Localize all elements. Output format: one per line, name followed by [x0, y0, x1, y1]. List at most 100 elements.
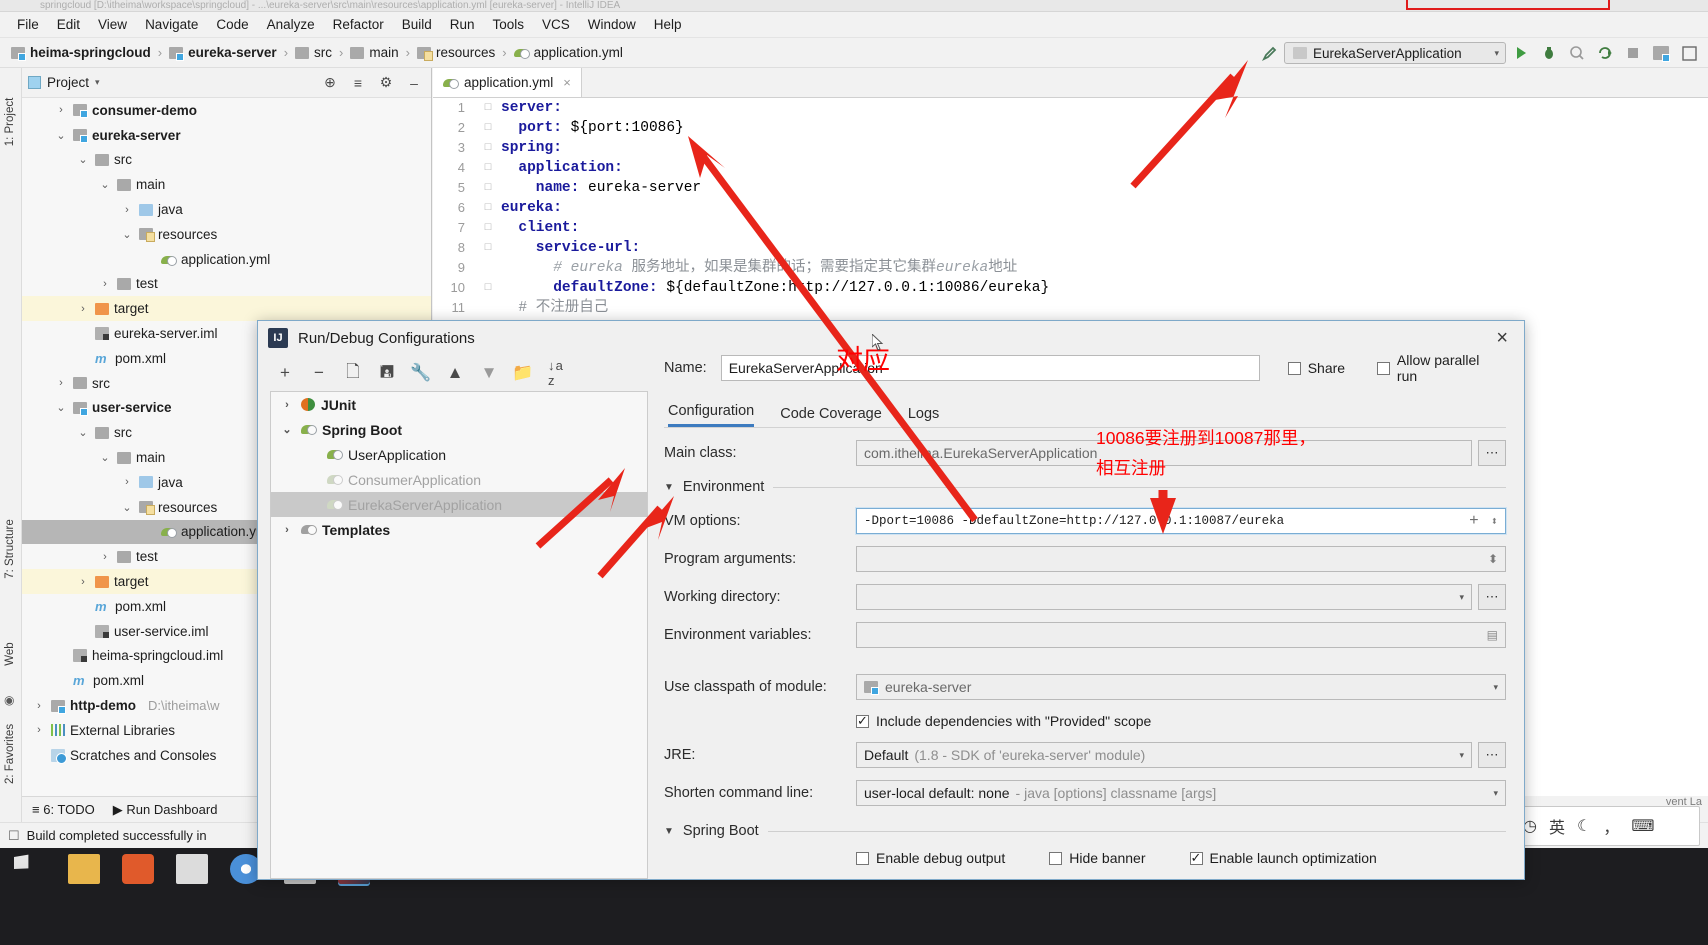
chevron-down-icon[interactable]: ▾	[1459, 750, 1464, 761]
chevron-right-icon[interactable]: ›	[76, 576, 90, 588]
code-fold-icon[interactable]: □	[475, 178, 501, 198]
expand-icon[interactable]: ⬍	[1491, 514, 1498, 529]
chevron-right-icon[interactable]: ›	[32, 724, 46, 736]
chevron-down-icon[interactable]: ⌄	[120, 501, 134, 514]
pdf-reader-icon[interactable]	[122, 854, 154, 884]
collapse-all-icon[interactable]: ≡	[347, 72, 369, 94]
settings-gear-icon[interactable]: ⚙	[375, 72, 397, 94]
project-structure-button[interactable]	[1648, 41, 1674, 65]
menu-item-run[interactable]: Run	[441, 15, 484, 34]
chevron-down-icon[interactable]: ⌄	[120, 228, 134, 241]
config-item-templates[interactable]: › Templates	[271, 517, 647, 542]
run-configuration-selector[interactable]: EurekaServerApplication ▾	[1284, 42, 1506, 64]
move-up-icon[interactable]: ▲	[446, 363, 464, 383]
search-everywhere-button[interactable]	[1676, 41, 1702, 65]
move-down-icon[interactable]: ▼	[480, 363, 498, 383]
browse-working-directory-button[interactable]: ⋯	[1478, 584, 1506, 610]
menu-item-code[interactable]: Code	[207, 15, 257, 34]
allow-parallel-run-checkbox[interactable]: Allow parallel run	[1377, 352, 1502, 384]
chevron-down-icon[interactable]: ⌄	[98, 451, 112, 464]
tree-item-java[interactable]: › java	[22, 197, 431, 222]
chevron-down-icon[interactable]: ⌄	[76, 426, 90, 439]
debug-button[interactable]	[1536, 41, 1562, 65]
chevron-down-icon[interactable]: ⌄	[98, 178, 112, 191]
tree-item-main[interactable]: ⌄ main	[22, 172, 431, 197]
name-input[interactable]: EurekaServerApplication	[720, 355, 1260, 381]
close-icon[interactable]: ×	[563, 75, 571, 90]
run-with-coverage-button[interactable]	[1564, 41, 1590, 65]
ime-lang-label[interactable]: 英	[1549, 814, 1565, 838]
code-fold-icon[interactable]: □	[475, 278, 501, 298]
menu-item-build[interactable]: Build	[393, 15, 441, 34]
working-directory-input[interactable]: ▾	[856, 584, 1472, 610]
moon-icon[interactable]: ☾	[1577, 816, 1591, 836]
tree-item-src[interactable]: ⌄ src	[22, 148, 431, 173]
chevron-down-icon[interactable]: ⌄	[279, 423, 295, 436]
shorten-command-line-combo[interactable]: user-local default: none - java [options…	[856, 780, 1506, 806]
use-classpath-combo[interactable]: eureka-server ▾	[856, 674, 1506, 700]
tree-item-consumer-demo[interactable]: › consumer-demo	[22, 98, 431, 123]
tool-window-structure[interactable]: 7: Structure	[4, 519, 16, 579]
chevron-down-icon[interactable]: ⌄	[54, 401, 68, 414]
code-fold-icon[interactable]: □	[475, 158, 501, 178]
share-checkbox[interactable]: Share	[1287, 360, 1345, 376]
chevron-down-icon[interactable]: ▾	[1459, 592, 1464, 603]
spring-boot-section-header[interactable]: ▼ Spring Boot	[664, 816, 1506, 846]
chevron-right-icon[interactable]: ›	[120, 476, 134, 488]
breadcrumb-item-resources[interactable]: resources	[414, 44, 498, 61]
build-hammer-icon[interactable]	[1256, 41, 1282, 65]
chevron-right-icon[interactable]: ›	[279, 524, 295, 536]
tree-item-application-yml[interactable]: › application.yml	[22, 247, 431, 272]
tree-item-test[interactable]: › test	[22, 272, 431, 297]
comma-icon[interactable]: ，	[1603, 814, 1619, 838]
config-item-spring-boot[interactable]: ⌄ Spring Boot	[271, 417, 647, 442]
save-icon[interactable]: 🖪	[378, 362, 396, 383]
clock-icon[interactable]: ◷	[1523, 816, 1537, 836]
editor-tab-application-yml[interactable]: application.yml ×	[433, 68, 582, 97]
dialog-tab-logs[interactable]: Logs	[908, 406, 939, 427]
close-icon[interactable]: ×	[1490, 328, 1514, 348]
menu-item-window[interactable]: Window	[579, 15, 645, 34]
dialog-tab-code-coverage[interactable]: Code Coverage	[780, 406, 882, 427]
add-icon[interactable]: +	[276, 363, 294, 383]
hide-icon[interactable]: –	[403, 72, 425, 94]
edit-variables-icon[interactable]: ▤	[1487, 628, 1498, 642]
code-fold-icon[interactable]: □	[475, 238, 501, 258]
dialog-tab-configuration[interactable]: Configuration	[668, 403, 755, 427]
tool-window-web[interactable]: Web	[4, 624, 16, 684]
chevron-right-icon[interactable]: ›	[54, 104, 68, 116]
breadcrumb-item-src[interactable]: src	[292, 44, 335, 61]
chevron-right-icon[interactable]: ›	[76, 303, 90, 315]
stop-button[interactable]	[1620, 41, 1646, 65]
vm-options-input[interactable]: -Dport=10086 -DdefaultZone=http://127.0.…	[855, 507, 1507, 535]
remove-icon[interactable]: −	[310, 363, 328, 383]
config-item-consumerapplication[interactable]: ConsumerApplication	[271, 467, 647, 492]
browse-main-class-button[interactable]: ⋯	[1478, 440, 1506, 466]
chevron-right-icon[interactable]: ›	[279, 399, 295, 411]
expand-icon[interactable]: ⬍	[1488, 552, 1498, 566]
breadcrumb-item-main[interactable]: main	[347, 44, 401, 61]
chevron-right-icon[interactable]: ›	[120, 204, 134, 216]
tool-window-project[interactable]: 1: Project	[4, 92, 16, 152]
chevron-down-icon[interactable]: ▾	[95, 77, 100, 88]
edit-templates-icon[interactable]: 🔧	[410, 363, 431, 383]
include-provided-checkbox[interactable]: Include dependencies with "Provided" sco…	[856, 713, 1151, 729]
enable-launch-optimization-checkbox[interactable]: Enable launch optimization	[1189, 850, 1377, 866]
locate-icon[interactable]: ⊕	[319, 72, 341, 94]
chevron-down-icon[interactable]: ⌄	[76, 153, 90, 166]
menu-item-file[interactable]: File	[8, 15, 48, 34]
configuration-tabs[interactable]: Configuration Code Coverage Logs	[664, 397, 1506, 427]
menu-item-help[interactable]: Help	[645, 15, 691, 34]
rerun-button[interactable]	[1592, 41, 1618, 65]
menu-item-navigate[interactable]: Navigate	[136, 15, 207, 34]
breadcrumb-item-heima-springcloud[interactable]: heima-springcloud	[8, 44, 154, 61]
tree-item-eureka-server[interactable]: ⌄ eureka-server	[22, 123, 431, 148]
enable-debug-output-checkbox[interactable]: Enable debug output	[856, 850, 1005, 866]
menu-item-view[interactable]: View	[89, 15, 136, 34]
tool-window-favorites[interactable]: 2: Favorites	[4, 724, 16, 784]
menu-item-edit[interactable]: Edit	[48, 15, 89, 34]
config-item-eurekaserverapplication[interactable]: EurekaServerApplication	[271, 492, 647, 517]
menu-item-refactor[interactable]: Refactor	[324, 15, 393, 34]
chevron-right-icon[interactable]: ›	[32, 700, 46, 712]
tree-item-resources[interactable]: ⌄ resources	[22, 222, 431, 247]
